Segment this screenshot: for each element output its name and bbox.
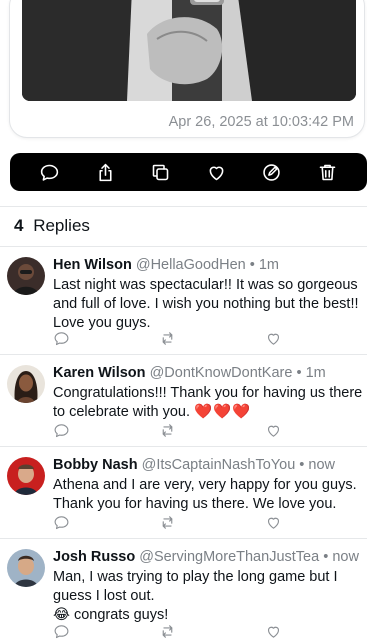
reply-repost-button[interactable] xyxy=(159,623,177,640)
reply-like-button[interactable] xyxy=(265,514,283,532)
edit-icon xyxy=(263,163,280,181)
replies-label: Replies xyxy=(33,216,90,235)
reply-time: 1m xyxy=(305,365,326,381)
comment-icon xyxy=(54,516,69,530)
reply-header: Josh Russo @ServingMoreThanJustTea • now xyxy=(53,549,359,565)
reply-comment-button[interactable] xyxy=(53,623,71,640)
avatar-image xyxy=(7,549,45,587)
repost-icon xyxy=(162,516,173,529)
avatar[interactable] xyxy=(7,457,45,495)
reply-comment-button[interactable] xyxy=(53,422,71,440)
avatar-image xyxy=(7,257,45,295)
like-icon xyxy=(267,517,280,529)
reply-text-container: Congratulations!!! Thank you for having … xyxy=(53,384,363,422)
reply-time: now xyxy=(332,549,359,565)
share-icon xyxy=(99,163,112,181)
reply-like-button[interactable] xyxy=(265,422,283,440)
post-action-bar xyxy=(10,153,367,191)
reply-text: Last night was spectacular!! It was so g… xyxy=(53,277,359,331)
reply-time: now xyxy=(308,457,336,473)
reply-repost-button[interactable] xyxy=(159,514,177,532)
comment-icon xyxy=(41,164,59,181)
replies-count: 4 xyxy=(14,216,24,235)
like-icon xyxy=(267,626,280,638)
reply-item[interactable]: Josh Russo @ServingMoreThanJustTea • now… xyxy=(0,539,367,640)
reply-item[interactable]: Karen Wilson @DontKnowDontKare • 1m Cong… xyxy=(0,355,367,447)
reply-header: Bobby Nash @ItsCaptainNashToYou • now xyxy=(53,457,335,473)
reply-author-handle[interactable]: @ServingMoreThanJustTea xyxy=(139,549,319,565)
reply-author-handle[interactable]: @ItsCaptainNashToYou xyxy=(142,457,296,473)
avatar-image xyxy=(7,365,45,403)
reply-author-handle[interactable]: @DontKnowDontKare xyxy=(150,365,293,381)
reply-time: 1m xyxy=(258,257,279,273)
reply-item[interactable]: Bobby Nash @ItsCaptainNashToYou • now At… xyxy=(0,447,367,539)
like-icon xyxy=(267,333,280,345)
reply-author-name[interactable]: Bobby Nash xyxy=(53,457,138,473)
reply-like-button[interactable] xyxy=(265,330,283,348)
reply-author-name[interactable]: Karen Wilson xyxy=(53,365,146,381)
separator-dot: • xyxy=(249,257,255,273)
reply-text: Athena and I are very, very happy for yo… xyxy=(53,477,357,512)
edit-button[interactable] xyxy=(257,157,287,187)
post-image[interactable] xyxy=(22,0,356,101)
reply-text-container: Man, I was trying to play the long game … xyxy=(53,568,363,625)
reply-comment-button[interactable] xyxy=(53,514,71,532)
separator-dot: • xyxy=(296,365,302,381)
repost-icon xyxy=(162,424,173,437)
divider xyxy=(0,206,367,207)
reply-actions xyxy=(53,330,293,348)
separator-dot: • xyxy=(323,549,329,565)
couple-holding-hands-photo xyxy=(22,0,356,101)
heart-emoji: ❤️❤️❤️ xyxy=(194,404,252,420)
comment-button[interactable] xyxy=(35,157,65,187)
reply-text: Man, I was trying to play the long game … xyxy=(53,569,338,604)
delete-button[interactable] xyxy=(312,157,342,187)
like-icon xyxy=(267,425,280,437)
comment-icon xyxy=(54,625,69,639)
reply-repost-button[interactable] xyxy=(159,422,177,440)
delete-icon xyxy=(319,164,336,180)
reply-header: Hen Wilson @HellaGoodHen • 1m xyxy=(53,257,279,273)
repost-icon xyxy=(162,332,173,345)
comment-icon xyxy=(54,424,69,438)
post-timestamp: Apr 26, 2025 at 10:03:42 PM xyxy=(168,114,354,130)
repost-icon xyxy=(162,625,173,638)
copy-icon xyxy=(152,164,169,180)
copy-button[interactable] xyxy=(146,157,176,187)
reply-repost-button[interactable] xyxy=(159,330,177,348)
reply-actions xyxy=(53,422,293,440)
avatar-image xyxy=(7,457,45,495)
like-button[interactable] xyxy=(201,157,231,187)
reply-author-name[interactable]: Hen Wilson xyxy=(53,257,132,273)
replies-header: 4 Replies xyxy=(14,216,90,236)
avatar[interactable] xyxy=(7,549,45,587)
separator-dot: • xyxy=(299,457,305,473)
reply-comment-button[interactable] xyxy=(53,330,71,348)
share-button[interactable] xyxy=(90,157,120,187)
avatar[interactable] xyxy=(7,365,45,403)
reply-item[interactable]: Hen Wilson @HellaGoodHen • 1m Last night… xyxy=(0,247,367,355)
post-card: Apr 26, 2025 at 10:03:42 PM xyxy=(9,0,365,138)
reply-like-button[interactable] xyxy=(265,623,283,640)
reply-author-name[interactable]: Josh Russo xyxy=(53,549,135,565)
comment-icon xyxy=(54,332,69,346)
like-icon xyxy=(209,166,224,180)
reply-author-handle[interactable]: @HellaGoodHen xyxy=(136,257,246,273)
reply-header: Karen Wilson @DontKnowDontKare • 1m xyxy=(53,365,326,381)
reply-actions xyxy=(53,623,293,640)
reply-actions xyxy=(53,514,293,532)
avatar[interactable] xyxy=(7,257,45,295)
